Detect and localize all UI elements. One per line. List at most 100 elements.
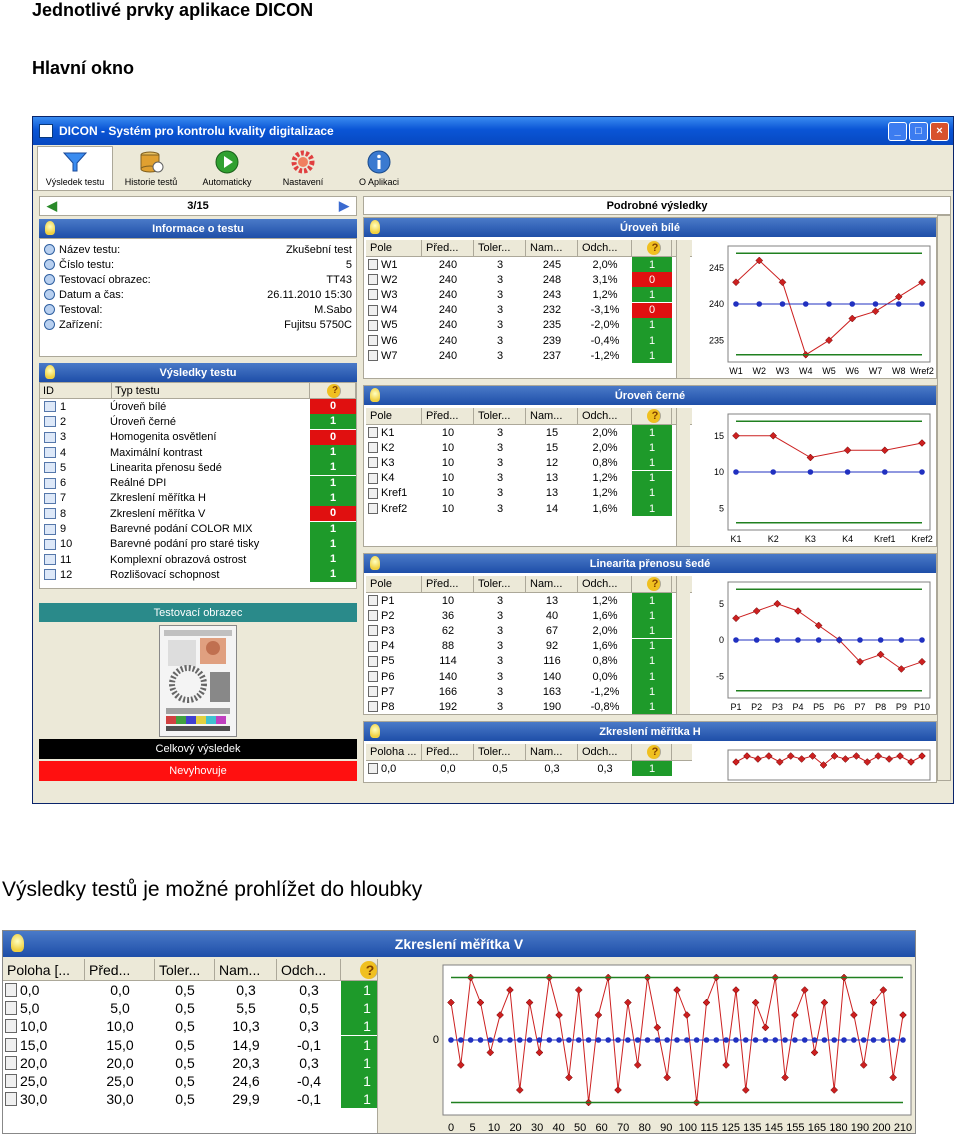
table-row[interactable]: K1 10 3 15 2,0% 1 [366, 425, 692, 441]
column-header[interactable]: Nam... [215, 959, 277, 980]
table-row[interactable]: P7 166 3 163 -1,2% 1 [366, 684, 692, 700]
result-row[interactable]: 12 Rozlišovací schopnost 1 [40, 567, 356, 583]
minimize-button[interactable]: _ [888, 121, 907, 141]
table-row[interactable]: Kref2 10 3 14 1,6% 1 [366, 501, 692, 517]
table-row[interactable]: P6 140 3 140 0,0% 1 [366, 669, 692, 685]
close-button[interactable]: × [930, 121, 949, 141]
column-header[interactable]: ? [632, 240, 672, 256]
table-row[interactable]: P8 192 3 190 -0,8% 1 [366, 699, 692, 714]
column-header[interactable]: Nam... [526, 576, 578, 592]
toolbar-automaticky[interactable]: Automaticky [189, 146, 265, 190]
table-row[interactable]: W1 240 3 245 2,0% 1 [366, 257, 692, 273]
table-row[interactable]: P1 10 3 13 1,2% 1 [366, 593, 692, 609]
toolbar-vysledek-testu[interactable]: Výsledek testu [37, 146, 113, 190]
table-row[interactable]: Kref1 10 3 13 1,2% 1 [366, 485, 692, 501]
results-panel-header: Výsledky testu [39, 363, 357, 382]
table-row[interactable]: W3 240 3 243 1,2% 1 [366, 287, 692, 303]
column-header[interactable]: Toler... [474, 576, 526, 592]
column-header[interactable]: Nam... [526, 744, 578, 760]
result-row[interactable]: 8 Zkreslení měřítka V 0 [40, 506, 356, 522]
table-cell: -0,4 [296, 1073, 322, 1090]
column-header[interactable]: Před... [422, 744, 474, 760]
table-row[interactable]: 30,0 30,0 0,5 29,9 -0,1 1 [3, 1090, 395, 1109]
column-header[interactable]: ? [632, 408, 672, 424]
toolbar-historie-testu[interactable]: Historie testů [113, 146, 189, 190]
column-header[interactable]: Pole [366, 408, 422, 424]
column-header[interactable]: Odch... [277, 959, 341, 980]
column-header[interactable]: Nam... [526, 240, 578, 256]
col-type[interactable]: Typ testu [112, 383, 310, 398]
info-label: Číslo testu: [59, 258, 115, 271]
window-titlebar[interactable]: DICON - Systém pro kontrolu kvality digi… [33, 117, 953, 145]
table-row[interactable]: W4 240 3 232 -3,1% 0 [366, 302, 692, 318]
section-v-scrollbar[interactable] [377, 959, 395, 1133]
toolbar-o-aplikaci[interactable]: O Aplikaci [341, 146, 417, 190]
column-header[interactable]: Toler... [474, 240, 526, 256]
result-row[interactable]: 4 Maximální kontrast 1 [40, 445, 356, 461]
col-status[interactable]: ? [310, 383, 356, 398]
section-table-scrollbar[interactable] [676, 408, 690, 546]
column-header[interactable]: Toler... [474, 408, 526, 424]
test-image-panel: Testovací obrazec [39, 603, 357, 739]
detail-scrollbar[interactable] [937, 215, 951, 781]
column-header[interactable]: Poloha ... [366, 744, 422, 760]
column-header[interactable]: Toler... [474, 744, 526, 760]
toolbar-nastaveni[interactable]: Nastavení [265, 146, 341, 190]
result-row[interactable]: 2 Úroveň černé 1 [40, 414, 356, 430]
table-row[interactable]: K2 10 3 15 2,0% 1 [366, 440, 692, 456]
section-table-scrollbar[interactable] [676, 240, 690, 378]
prev-test-button[interactable]: ◀ [40, 198, 64, 214]
column-header[interactable]: Před... [422, 240, 474, 256]
table-row[interactable]: 10,0 10,0 0,5 10,3 0,3 1 [3, 1017, 395, 1036]
result-row[interactable]: 1 Úroveň bílé 0 [40, 399, 356, 415]
result-row[interactable]: 9 Barevné podání COLOR MIX 1 [40, 521, 356, 537]
table-row[interactable]: W2 240 3 248 3,1% 0 [366, 272, 692, 288]
table-row[interactable]: 25,0 25,0 0,5 24,6 -0,4 1 [3, 1072, 395, 1091]
table-row[interactable]: W5 240 3 235 -2,0% 1 [366, 317, 692, 333]
result-status: 1 [310, 552, 356, 568]
column-header[interactable]: Odch... [578, 744, 632, 760]
table-row[interactable]: W7 240 3 237 -1,2% 1 [366, 348, 692, 364]
result-row[interactable]: 10 Barevné podání pro staré tisky 1 [40, 536, 356, 552]
column-header[interactable]: Před... [422, 576, 474, 592]
column-header[interactable]: ? [632, 744, 672, 760]
section-table-scrollbar[interactable] [676, 576, 690, 714]
result-row[interactable]: 6 Reálné DPI 1 [40, 475, 356, 491]
table-row[interactable]: P2 36 3 40 1,6% 1 [366, 608, 692, 624]
table-row[interactable]: P5 114 3 116 0,8% 1 [366, 653, 692, 669]
column-header[interactable]: ? [632, 576, 672, 592]
maximize-button[interactable]: □ [909, 121, 928, 141]
result-row[interactable]: 3 Homogenita osvětlení 0 [40, 429, 356, 445]
column-header[interactable]: Toler... [155, 959, 215, 980]
column-header[interactable]: Nam... [526, 408, 578, 424]
column-header[interactable]: Pole [366, 240, 422, 256]
table-row[interactable]: P4 88 3 92 1,6% 1 [366, 638, 692, 654]
result-row[interactable]: 5 Linearita přenosu šedé 1 [40, 460, 356, 476]
result-row[interactable]: 7 Zkreslení měřítka H 1 [40, 490, 356, 506]
next-test-button[interactable]: ▶ [332, 198, 356, 214]
table-cell: 1 [632, 470, 672, 486]
result-row[interactable]: 11 Komplexní obrazová ostrost 1 [40, 552, 356, 568]
table-row[interactable]: K4 10 3 13 1,2% 1 [366, 470, 692, 486]
col-id[interactable]: ID [40, 383, 112, 398]
column-header[interactable]: Poloha [... [3, 959, 85, 980]
test-chart-thumbnail[interactable] [159, 625, 237, 737]
table-row[interactable]: P3 62 3 67 2,0% 1 [366, 623, 692, 639]
column-header[interactable]: Odch... [578, 576, 632, 592]
table-row[interactable]: 15,0 15,0 0,5 14,9 -0,1 1 [3, 1035, 395, 1054]
table-row[interactable]: 0,0 0,0 0,5 0,3 0,3 1 [366, 761, 692, 777]
table-cell: 30,0 [106, 1091, 134, 1108]
result-status: 1 [310, 490, 356, 506]
table-row[interactable]: W6 240 3 239 -0,4% 1 [366, 333, 692, 349]
column-header[interactable]: Odch... [578, 240, 632, 256]
table-row[interactable]: 0,0 0,0 0,5 0,3 0,3 1 [3, 981, 395, 1000]
column-header[interactable]: Odch... [578, 408, 632, 424]
table-row[interactable]: 20,0 20,0 0,5 20,3 0,3 1 [3, 1053, 395, 1072]
table-row[interactable]: 5,0 5,0 0,5 5,5 0,5 1 [3, 999, 395, 1018]
column-header[interactable]: Pole [366, 576, 422, 592]
document-icon [368, 763, 378, 775]
column-header[interactable]: Před... [85, 959, 155, 980]
table-cell: 0,0 [440, 762, 456, 775]
column-header[interactable]: Před... [422, 408, 474, 424]
table-row[interactable]: K3 10 3 12 0,8% 1 [366, 455, 692, 471]
